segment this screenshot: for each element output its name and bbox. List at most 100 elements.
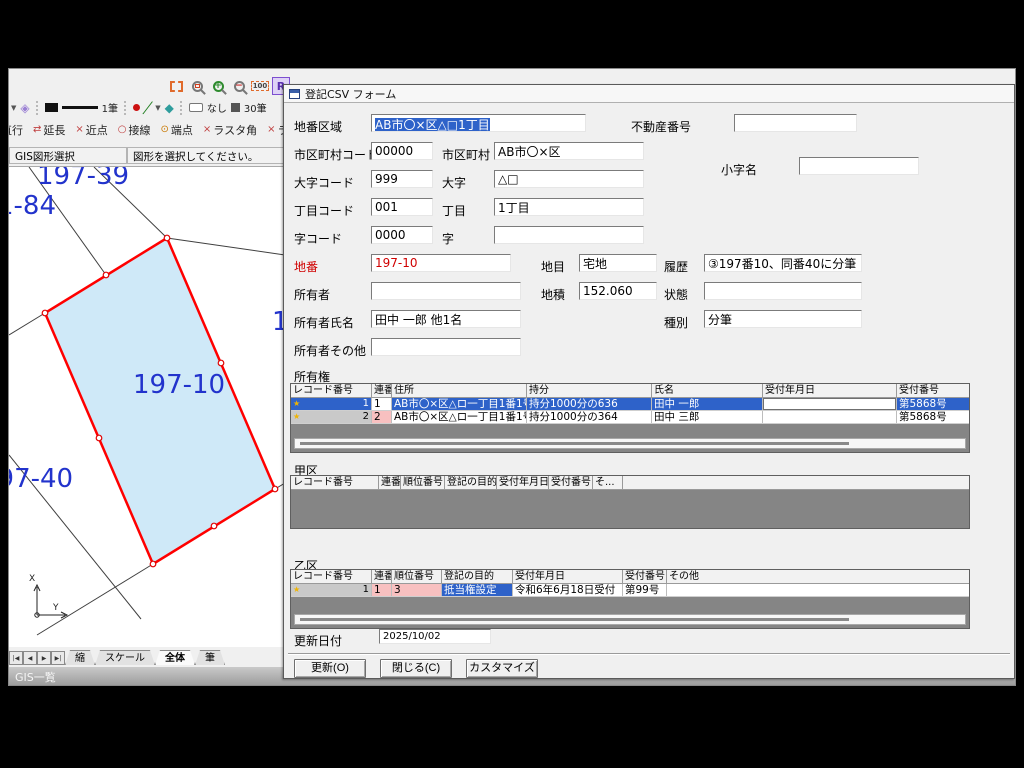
column-header[interactable]: 氏名: [652, 384, 763, 398]
view-tab-全体[interactable]: 全体: [155, 650, 195, 665]
tab-nav-button[interactable]: ◀: [23, 651, 37, 665]
column-header[interactable]: 連番: [379, 476, 401, 490]
table-cell[interactable]: 抵当権設定: [442, 584, 513, 596]
column-header[interactable]: レコード番号: [291, 384, 372, 398]
dialog-titlebar[interactable]: 登記CSV フォーム: [284, 85, 1014, 103]
snap-tool-tangent-button[interactable]: ○接線: [114, 121, 155, 139]
jotai-input[interactable]: [704, 282, 862, 300]
table-cell[interactable]: AB市〇×区△ロ一丁目1番1号: [392, 411, 527, 423]
snap-tool-near-point-button[interactable]: ×近点: [71, 121, 111, 139]
scrollbar-thumb[interactable]: [300, 442, 849, 445]
view-tab-スケール[interactable]: スケール: [95, 650, 155, 665]
shoyusha-input[interactable]: [371, 282, 521, 300]
marquee-select-button[interactable]: [167, 77, 185, 95]
snap-tool-extend-button[interactable]: ⇄延長: [29, 121, 69, 139]
zoom-in-button[interactable]: +: [209, 77, 227, 95]
update-button[interactable]: 更新(O): [294, 659, 366, 678]
column-header[interactable]: 連番: [372, 384, 392, 398]
aza-input[interactable]: [494, 226, 644, 244]
koshin-hizuke-input[interactable]: [379, 629, 491, 644]
column-header[interactable]: 受付番号: [897, 384, 969, 398]
dropdown-arrow-icon[interactable]: ▼: [155, 104, 160, 112]
column-header[interactable]: その他: [667, 570, 969, 584]
line-color-swatch[interactable]: [45, 103, 58, 112]
oaza-code-input[interactable]: [371, 170, 433, 188]
column-header[interactable]: レコード番号: [291, 476, 379, 490]
shoyusha-sonota-input[interactable]: [371, 338, 521, 356]
chiban-input[interactable]: [371, 254, 511, 272]
table-cell[interactable]: 持分1000分の364: [527, 411, 652, 423]
table-row[interactable]: ★11AB市〇×区△ロ一丁目1番1号持分1000分の636田中 一郎 第5868号: [291, 398, 969, 411]
table-cell[interactable]: AB市〇×区△ロ一丁目1番1号: [392, 398, 527, 410]
chome-input[interactable]: [494, 198, 644, 216]
tab-nav-button[interactable]: ▶|: [51, 651, 65, 665]
table-cell[interactable]: 3: [392, 584, 442, 596]
column-header[interactable]: 受付年月日: [497, 476, 549, 490]
view-tab-筆[interactable]: 筆: [195, 650, 225, 665]
column-header[interactable]: 受付番号: [623, 570, 667, 584]
zoom-out-button[interactable]: −: [230, 77, 248, 95]
column-header[interactable]: 登記の目的: [445, 476, 497, 490]
fill-none-swatch[interactable]: [189, 103, 203, 112]
zoom-to-rect-button[interactable]: [188, 77, 206, 95]
pen-icon[interactable]: ╱: [143, 100, 153, 115]
layer-icon[interactable]: ◈: [20, 102, 29, 114]
table-cell[interactable]: 令和6年6月18日受付: [513, 584, 623, 596]
close-button[interactable]: 閉じる(C): [380, 659, 452, 678]
table-cell[interactable]: [763, 411, 897, 423]
table-cell[interactable]: 持分1000分の636: [527, 398, 652, 410]
map-canvas[interactable]: X Y 197-391-84197-10197-401: [9, 166, 285, 647]
snap-tool-perpendicular-button[interactable]: 直行: [8, 121, 27, 139]
column-header[interactable]: そ...: [593, 476, 623, 490]
scrollbar-thumb[interactable]: [300, 618, 849, 621]
column-header[interactable]: 連番: [372, 570, 392, 584]
horizontal-scrollbar[interactable]: [294, 438, 966, 449]
table-cell[interactable]: [763, 398, 897, 410]
rireki-input[interactable]: [704, 254, 862, 272]
table-cell[interactable]: 第99号: [623, 584, 667, 596]
selected-parcel-shape[interactable]: [45, 238, 275, 564]
point-color-icon[interactable]: [133, 104, 140, 111]
chome-code-input[interactable]: [371, 198, 433, 216]
record-number-cell[interactable]: ★1: [291, 398, 372, 410]
column-header[interactable]: 持分: [527, 384, 652, 398]
oaza-input[interactable]: [494, 170, 644, 188]
table-cell[interactable]: 1: [372, 398, 392, 410]
column-header[interactable]: 順位番号: [392, 570, 442, 584]
customize-button[interactable]: カスタマイズ: [466, 659, 538, 678]
table-row[interactable]: ★113抵当権設定令和6年6月18日受付第99号: [291, 584, 969, 597]
table-cell[interactable]: 第5868号: [897, 411, 969, 423]
snap-tool-raster-angle-button[interactable]: ×ラスタ角: [199, 121, 261, 139]
chiseki-input[interactable]: [579, 282, 657, 300]
shoyusha-shimei-input[interactable]: [371, 310, 521, 328]
tab-nav-button[interactable]: |◀: [9, 651, 23, 665]
shubetsu-input[interactable]: [704, 310, 862, 328]
fill-style-icon[interactable]: ◆: [165, 102, 174, 114]
column-header[interactable]: 住所: [392, 384, 527, 398]
record-number-cell[interactable]: ★2: [291, 411, 372, 423]
fill-solid-swatch[interactable]: [231, 103, 240, 112]
table-cell[interactable]: 第5868号: [897, 398, 969, 410]
column-header[interactable]: 登記の目的: [442, 570, 513, 584]
table-cell[interactable]: 1: [372, 584, 392, 596]
koaza-mei-input[interactable]: [799, 157, 919, 175]
snap-tool-end-point-button[interactable]: ⊙端点: [157, 121, 197, 139]
table-cell[interactable]: 田中 一郎: [652, 398, 763, 410]
horizontal-scrollbar[interactable]: [294, 614, 966, 625]
table-cell[interactable]: 田中 三郎: [652, 411, 763, 423]
view-tab-縮[interactable]: 縮: [65, 650, 95, 665]
record-number-cell[interactable]: ★1: [291, 584, 372, 596]
chimoku-input[interactable]: [579, 254, 657, 272]
aza-code-input[interactable]: [371, 226, 433, 244]
table-cell[interactable]: [667, 584, 969, 596]
fudosan-bango-input[interactable]: [734, 114, 857, 132]
chiban-kuiki-input[interactable]: AB市〇×区△□1丁目: [371, 114, 586, 132]
column-header[interactable]: 受付番号: [549, 476, 593, 490]
line-style-sample[interactable]: [62, 106, 98, 109]
column-header[interactable]: 順位番号: [401, 476, 445, 490]
zoom-100-button[interactable]: 100: [251, 77, 269, 95]
shikuchoson-input[interactable]: [494, 142, 644, 160]
column-header[interactable]: 受付年月日: [513, 570, 623, 584]
column-header[interactable]: レコード番号: [291, 570, 372, 584]
table-row[interactable]: ★22AB市〇×区△ロ一丁目1番1号持分1000分の364田中 三郎第5868号: [291, 411, 969, 424]
